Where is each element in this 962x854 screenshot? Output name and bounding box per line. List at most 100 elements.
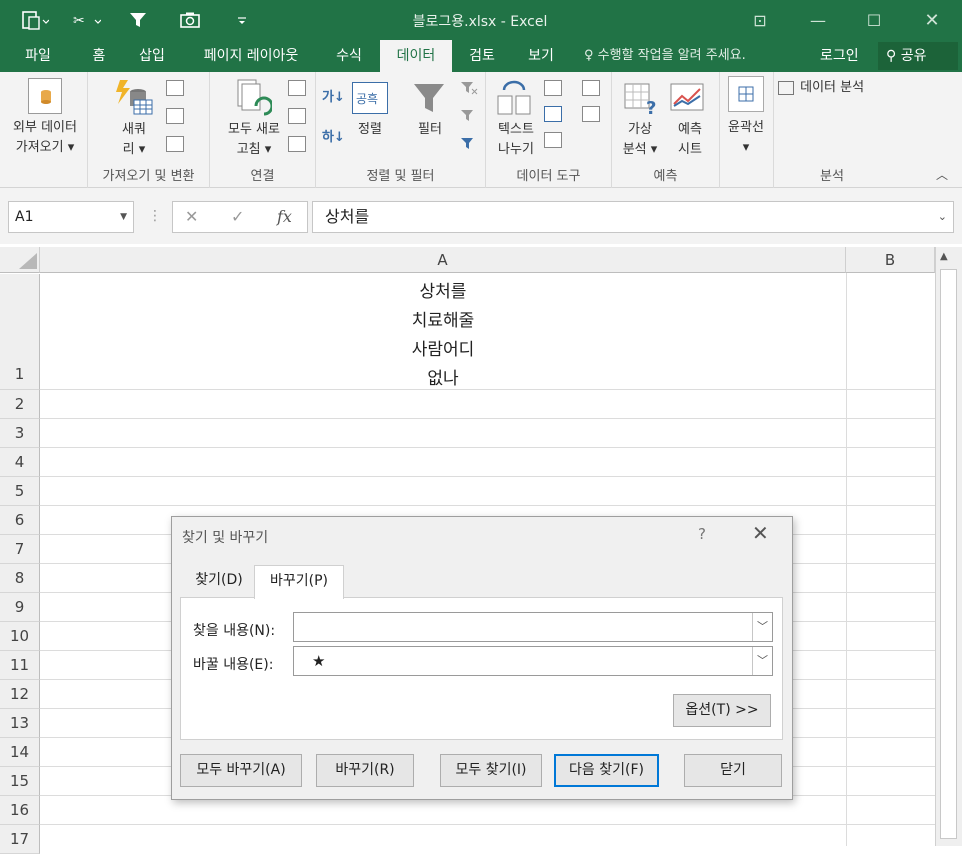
row-header-11[interactable]: 11	[0, 651, 40, 680]
expand-formula-bar-icon[interactable]: ⌄	[938, 202, 947, 232]
formula-input[interactable]: 상처를 ⌄	[312, 201, 954, 233]
login-link[interactable]: 로그인	[820, 40, 859, 72]
chevron-down-icon[interactable]: ﹀	[752, 613, 772, 641]
connections-icon[interactable]	[288, 80, 306, 96]
tab-replace[interactable]: 바꾸기(P)	[254, 565, 344, 599]
ribbon-data: 외부 데이터 가져오기 ▾ 새쿼 리 ▾ 가져오기 및 변환 모두 새로 고침 …	[0, 72, 962, 188]
find-all-button[interactable]: 모두 찾기(I)	[440, 754, 542, 787]
tell-me-box[interactable]: ♀ 수행할 작업을 알려 주세요.	[584, 40, 746, 72]
get-external-data-button[interactable]: 외부 데이터 가져오기 ▾	[0, 118, 90, 158]
row-header-2[interactable]: 2	[0, 390, 40, 419]
customize-qat-icon[interactable]	[222, 6, 262, 34]
outline-button[interactable]: 윤곽선 ▾	[720, 118, 772, 158]
refresh-all-button[interactable]: 모두 새로 고침 ▾	[214, 120, 294, 160]
find-next-button[interactable]: 다음 찾기(F)	[554, 754, 659, 787]
collapse-ribbon-icon[interactable]: ︿	[936, 166, 948, 183]
show-queries-icon[interactable]	[166, 80, 184, 96]
find-what-input[interactable]: ﹀	[293, 612, 773, 642]
replace-with-value: ★	[312, 652, 326, 670]
recent-sources-icon[interactable]	[166, 136, 184, 152]
row-header-4[interactable]: 4	[0, 448, 40, 477]
clear-filter-icon[interactable]	[460, 80, 478, 96]
vertical-scrollbar[interactable]: ▲	[935, 247, 962, 846]
tab-find[interactable]: 찾기(D)	[186, 565, 252, 597]
consolidate-icon[interactable]	[582, 80, 600, 96]
row-header-10[interactable]: 10	[0, 622, 40, 651]
filter-icon[interactable]	[118, 6, 158, 34]
edit-links-icon[interactable]	[288, 136, 306, 152]
help-button[interactable]: ?	[698, 525, 706, 543]
from-table-icon[interactable]	[166, 108, 184, 124]
name-box[interactable]: A1 ▼	[8, 201, 134, 233]
tab-data[interactable]: 데이터	[380, 40, 452, 72]
row-header-6[interactable]: 6	[0, 506, 40, 535]
row-header-1[interactable]: 1	[0, 274, 40, 390]
text-to-columns-label: 텍스트	[498, 122, 534, 137]
clear-format-icon[interactable]: ✂	[66, 6, 106, 34]
row-header-16[interactable]: 16	[0, 796, 40, 825]
paste-icon[interactable]	[14, 6, 54, 34]
options-button[interactable]: 옵션(T) >>	[673, 694, 771, 727]
row-header-17[interactable]: 17	[0, 825, 40, 854]
relationships-icon[interactable]	[582, 106, 600, 122]
remove-duplicates-icon[interactable]	[544, 106, 562, 122]
enter-icon[interactable]: ✓	[231, 207, 244, 226]
forecast-sheet-label: 예측	[678, 122, 702, 137]
tab-home[interactable]: 홈	[76, 40, 122, 72]
tab-formulas[interactable]: 수식	[322, 40, 376, 72]
reapply-icon[interactable]	[460, 108, 478, 124]
properties-icon[interactable]	[288, 108, 306, 124]
sort-ascending-icon[interactable]: 가↓	[322, 86, 345, 105]
replace-all-button[interactable]: 모두 바꾸기(A)	[180, 754, 302, 787]
forecast-sheet-button[interactable]: 예측 시트	[668, 120, 712, 160]
restore-button[interactable]: ☐	[846, 0, 902, 40]
sort-descending-icon[interactable]: 하↓	[322, 126, 345, 145]
text-to-columns-button[interactable]: 텍스트 나누기	[488, 120, 544, 160]
name-box-dropdown-icon[interactable]: ▼	[120, 202, 127, 232]
cancel-icon[interactable]: ✕	[185, 207, 198, 226]
row-header-8[interactable]: 8	[0, 564, 40, 593]
scrollbar-thumb[interactable]	[940, 269, 957, 839]
close-button[interactable]: 닫기	[684, 754, 782, 787]
tab-file[interactable]: 파일	[8, 40, 68, 72]
column-header-a[interactable]: A	[40, 247, 846, 273]
group-external-data: 외부 데이터 가져오기 ▾	[0, 72, 88, 188]
tab-insert[interactable]: 삽입	[124, 40, 180, 72]
close-window-button[interactable]: ✕	[904, 0, 960, 40]
tab-view[interactable]: 보기	[514, 40, 568, 72]
row-header-13[interactable]: 13	[0, 709, 40, 738]
ribbon-display-options-icon[interactable]: ⊡	[732, 0, 788, 40]
filter-button[interactable]: 필터	[408, 120, 452, 140]
insert-function-icon[interactable]: fx	[277, 207, 292, 226]
cell-a1[interactable]: 상처를 치료해줄 사람어디 없나	[40, 273, 846, 389]
data-analysis-button[interactable]: 데이터 분석	[778, 78, 888, 98]
replace-with-input[interactable]: ★ ﹀	[293, 646, 773, 676]
new-query-button[interactable]: 새쿼 리 ▾	[112, 120, 156, 160]
group-label-connections: 연결	[250, 169, 275, 184]
dialog-close-icon[interactable]: ✕	[752, 521, 769, 545]
what-if-button[interactable]: 가상 분석 ▾	[616, 120, 664, 160]
scroll-up-icon[interactable]: ▲	[940, 251, 948, 262]
select-all-corner[interactable]	[0, 247, 40, 273]
minimize-button[interactable]: —	[790, 0, 846, 40]
row-header-15[interactable]: 15	[0, 767, 40, 796]
row-header-12[interactable]: 12	[0, 680, 40, 709]
formula-buttons: ✕ ✓ fx	[172, 201, 308, 233]
row-header-3[interactable]: 3	[0, 419, 40, 448]
group-analysis: 데이터 분석 분석	[774, 72, 890, 188]
replace-button[interactable]: 바꾸기(R)	[316, 754, 414, 787]
tab-page-layout[interactable]: 페이지 레이아웃	[186, 40, 316, 72]
share-button[interactable]: ⚲ 공유	[878, 42, 958, 70]
row-header-7[interactable]: 7	[0, 535, 40, 564]
row-header-5[interactable]: 5	[0, 477, 40, 506]
camera-icon[interactable]	[170, 6, 210, 34]
column-header-b[interactable]: B	[846, 247, 935, 273]
sort-button[interactable]: 정렬	[348, 120, 392, 140]
chevron-down-icon[interactable]: ﹀	[752, 647, 772, 675]
data-validation-icon[interactable]	[544, 132, 562, 148]
advanced-filter-icon[interactable]	[460, 136, 478, 152]
row-header-14[interactable]: 14	[0, 738, 40, 767]
tab-review[interactable]: 검토	[456, 40, 508, 72]
flash-fill-icon[interactable]	[544, 80, 562, 96]
row-header-9[interactable]: 9	[0, 593, 40, 622]
